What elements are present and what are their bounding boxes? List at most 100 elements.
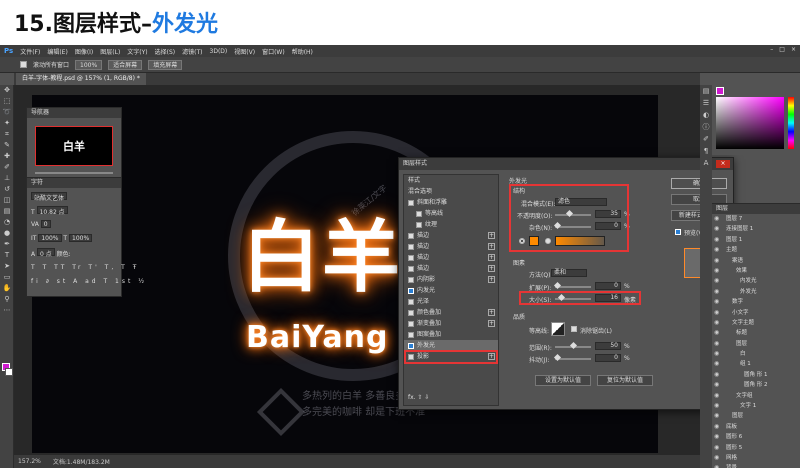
crop-tool-icon[interactable]: ⌗	[0, 129, 14, 140]
character-panel-icon[interactable]: A	[700, 157, 712, 169]
style-checkbox[interactable]	[408, 265, 414, 272]
close-icon[interactable]: ×	[791, 46, 796, 53]
maximize-icon[interactable]: □	[779, 46, 785, 53]
layer-row[interactable]: ◉ 白	[712, 349, 800, 359]
tracking-field[interactable]: 0	[40, 220, 51, 228]
history-panel-icon[interactable]: ▤	[700, 85, 712, 97]
stamp-tool-icon[interactable]: ⊥	[0, 173, 14, 184]
menu-3d[interactable]: 3D(D)	[210, 48, 228, 55]
dialog-close-button[interactable]: ×	[716, 160, 730, 168]
jitter-value-field[interactable]: 0	[595, 354, 621, 362]
background-color-swatch[interactable]	[5, 368, 13, 376]
layer-row[interactable]: ◉ 内发光	[712, 276, 800, 286]
horizontal-scale-field[interactable]: 100%	[69, 234, 93, 242]
visibility-eye-icon[interactable]: ◉	[714, 453, 719, 463]
spread-slider[interactable]	[553, 281, 591, 290]
menu-image[interactable]: 图像(I)	[75, 47, 93, 56]
contour-picker[interactable]	[551, 322, 565, 336]
fill-screen-button[interactable]: 填充屏幕	[148, 59, 183, 70]
visibility-eye-icon[interactable]: ◉	[714, 318, 719, 328]
opentype-buttons[interactable]: fi ∂ st A ad T 1st ½	[31, 278, 147, 287]
info-panel-icon[interactable]: ⓘ	[700, 121, 712, 133]
layer-row[interactable]: ◉ 连接图层 1	[712, 224, 800, 234]
hue-slider[interactable]	[788, 97, 794, 149]
style-item-blending-options[interactable]: 混合选项	[404, 186, 498, 197]
add-style-icon[interactable]: +	[488, 276, 495, 283]
zoom-100-button[interactable]: 100%	[75, 59, 103, 70]
layer-row[interactable]: ◉ 数字	[712, 297, 800, 307]
style-item-texture[interactable]: 纹理	[404, 219, 498, 230]
layer-row[interactable]: ◉ 图层 1	[712, 235, 800, 245]
healing-brush-icon[interactable]: ✚	[0, 151, 14, 162]
style-item-stroke-2[interactable]: 描边 +	[404, 241, 498, 252]
menu-window[interactable]: 窗口(W)	[262, 47, 285, 56]
dodge-tool-icon[interactable]: ●	[0, 228, 14, 239]
layer-row[interactable]: ◉ 组 1	[712, 359, 800, 369]
glow-gradient-picker[interactable]	[555, 236, 605, 246]
marquee-tool-icon[interactable]: ⬚	[0, 96, 14, 107]
size-slider-knob[interactable]	[557, 293, 566, 302]
zoom-level[interactable]: 157.2%	[18, 458, 41, 465]
hand-tool-icon[interactable]: ✋	[0, 283, 14, 294]
style-item-stroke-3[interactable]: 描边 +	[404, 252, 498, 263]
navigator-thumbnail[interactable]: 白羊	[35, 126, 113, 166]
layer-row[interactable]: ◉ 标题	[712, 328, 800, 338]
pen-tool-icon[interactable]: ✒	[0, 239, 14, 250]
size-value-field[interactable]: 16	[595, 294, 621, 302]
opacity-slider-knob[interactable]	[565, 209, 574, 218]
layer-row[interactable]: ◉ 文字组	[712, 391, 800, 401]
style-checkbox[interactable]	[408, 199, 414, 206]
visibility-eye-icon[interactable]: ◉	[714, 308, 719, 318]
style-checkbox[interactable]	[408, 320, 414, 327]
adjustments-panel-icon[interactable]: ◐	[700, 109, 712, 121]
ok-button[interactable]: 确定	[671, 178, 727, 189]
visibility-eye-icon[interactable]: ◉	[714, 370, 719, 380]
style-item-color-overlay[interactable]: 颜色叠加 +	[404, 307, 498, 318]
magic-wand-icon[interactable]: ✦	[0, 118, 14, 129]
antialias-checkbox[interactable]	[571, 326, 577, 332]
menu-select[interactable]: 选择(S)	[155, 47, 176, 56]
fit-screen-button[interactable]: 适合屏幕	[108, 59, 143, 70]
navigator-title[interactable]: 导航器	[27, 108, 121, 118]
visibility-eye-icon[interactable]: ◉	[714, 214, 719, 224]
visibility-eye-icon[interactable]: ◉	[714, 235, 719, 245]
noise-slider-knob[interactable]	[553, 221, 562, 230]
gradient-tool-icon[interactable]: ▤	[0, 206, 14, 217]
menu-layer[interactable]: 图层(L)	[100, 47, 120, 56]
properties-panel-icon[interactable]: ☰	[700, 97, 712, 109]
add-style-icon[interactable]: +	[488, 309, 495, 316]
menu-filter[interactable]: 滤镜(T)	[182, 47, 202, 56]
visibility-eye-icon[interactable]: ◉	[714, 287, 719, 297]
opacity-slider[interactable]	[555, 209, 591, 218]
add-style-icon[interactable]: +	[488, 320, 495, 327]
style-checkbox-checked[interactable]	[408, 342, 414, 349]
layer-row[interactable]: ◉ 图层	[712, 411, 800, 421]
visibility-eye-icon[interactable]: ◉	[714, 463, 719, 468]
style-item-stroke-4[interactable]: 描边 +	[404, 263, 498, 274]
vertical-scale-field[interactable]: 100%	[38, 234, 62, 242]
menu-type[interactable]: 文字(Y)	[127, 47, 147, 56]
layer-row[interactable]: ◉ 文字主题	[712, 318, 800, 328]
more-tools-icon[interactable]: ⋯	[0, 305, 14, 316]
menu-help[interactable]: 帮助(H)	[292, 47, 313, 56]
add-style-icon[interactable]: +	[488, 265, 495, 272]
glow-color-swatch[interactable]	[529, 236, 539, 246]
layer-row[interactable]: ◉ 圆形 6	[712, 432, 800, 442]
visibility-eye-icon[interactable]: ◉	[714, 266, 719, 276]
text-style-buttons[interactable]: T T TT Tr T' T, T Ŧ	[31, 264, 139, 273]
visibility-eye-icon[interactable]: ◉	[714, 224, 719, 234]
style-item-bevel-emboss[interactable]: 斜面和浮雕	[404, 197, 498, 208]
lasso-tool-icon[interactable]: ➰	[0, 107, 14, 118]
layer-row[interactable]: ◉ 外发光	[712, 287, 800, 297]
layer-row[interactable]: ◉背景	[712, 463, 800, 468]
style-checkbox[interactable]	[408, 309, 414, 316]
gradient-radio[interactable]	[545, 238, 551, 244]
style-checkbox[interactable]	[408, 276, 414, 283]
style-item-outer-glow[interactable]: 外发光	[404, 340, 498, 351]
noise-value-field[interactable]: 0	[595, 222, 621, 230]
path-select-icon[interactable]: ➤	[0, 261, 14, 272]
style-item-contour[interactable]: 等高线	[404, 208, 498, 219]
set-default-button[interactable]: 设置为默认值	[535, 375, 591, 386]
visibility-eye-icon[interactable]: ◉	[714, 245, 719, 255]
layer-row[interactable]: ◉ 图层	[712, 339, 800, 349]
